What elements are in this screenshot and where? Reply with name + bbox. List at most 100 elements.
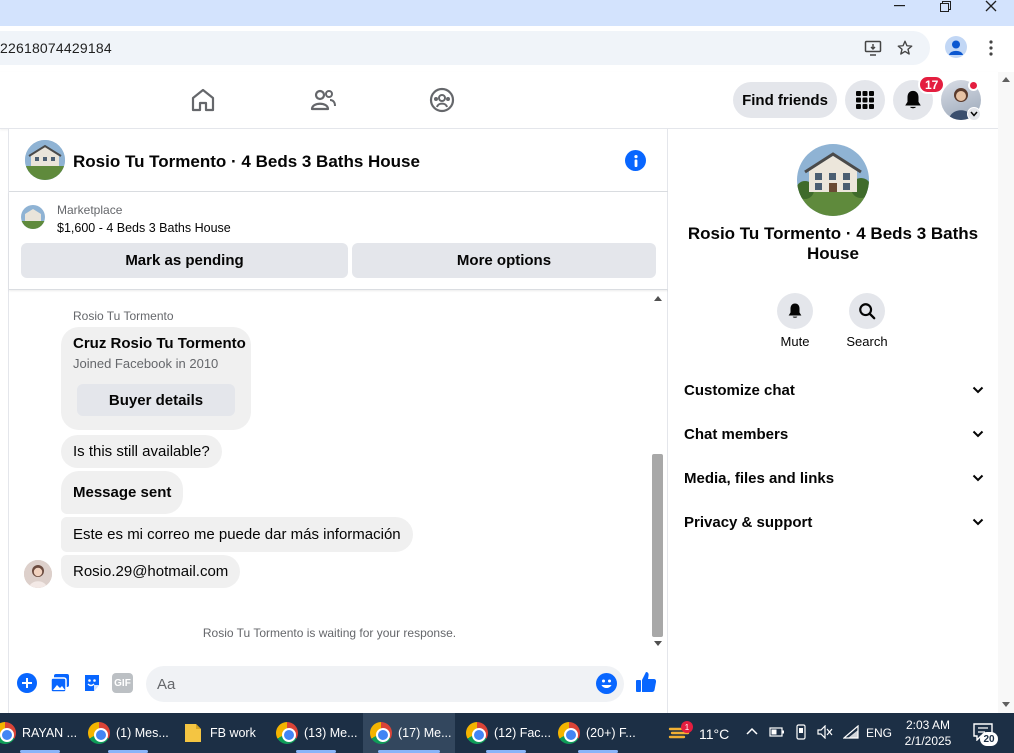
mark-as-pending-button[interactable]: Mark as pending [21, 243, 348, 278]
volume-muted-icon[interactable] [817, 725, 833, 739]
section-label: Chat members [684, 425, 789, 443]
listing-thumbnail[interactable] [21, 205, 45, 229]
chrome-icon [466, 722, 488, 744]
friends-icon[interactable] [309, 86, 337, 114]
profile-card-joined: Joined Facebook in 2010 [73, 356, 219, 371]
menu-grid-button[interactable] [845, 80, 885, 120]
page-scrollbar[interactable] [998, 72, 1014, 713]
sticker-icon[interactable] [81, 672, 103, 694]
time: 2:03 AM [905, 718, 951, 732]
groups-icon[interactable] [428, 86, 456, 114]
info-icon[interactable] [625, 150, 646, 171]
message-bubble[interactable]: Is this still available? [61, 435, 222, 468]
chat-members-section[interactable]: Chat members [684, 422, 984, 446]
restore-icon[interactable] [930, 0, 960, 12]
minimize-icon[interactable] [884, 0, 914, 12]
info-title: Rosio Tu Tormento · 4 Beds 3 Baths House [687, 224, 979, 263]
chat-header: Rosio Tu Tormento · 4 Beds 3 Baths House [9, 129, 668, 192]
chat-info-panel: Rosio Tu Tormento · 4 Beds 3 Baths House… [668, 129, 998, 713]
message-composer: GIF Aa [9, 652, 668, 713]
notification-center-badge: 20 [980, 732, 998, 746]
facebook-header: Find friends 17 [0, 72, 998, 129]
emoji-icon[interactable] [596, 673, 617, 694]
scrollbar-thumb[interactable] [652, 454, 663, 637]
profile-card: Cruz Rosio Tu Tormento Joined Facebook i… [61, 327, 251, 430]
chat-avatar[interactable] [25, 140, 65, 180]
chevron-down-icon [972, 474, 984, 482]
temperature[interactable]: 11°C [699, 726, 729, 742]
url-text: 22618074429184 [0, 40, 112, 56]
home-icon[interactable] [189, 86, 217, 114]
window-title-bar [0, 0, 1014, 26]
search-label: Search [846, 334, 888, 349]
buyer-details-button[interactable]: Buyer details [77, 384, 235, 416]
customize-chat-section[interactable]: Customize chat [684, 378, 984, 402]
message-input[interactable]: Aa [146, 666, 624, 702]
browser-menu-icon[interactable] [988, 39, 994, 62]
language-indicator[interactable]: ENG [866, 726, 892, 740]
privacy-support-section[interactable]: Privacy & support [684, 510, 984, 534]
windows-taskbar: RAYAN ... (1) Mes... FB work (13) Me... … [0, 713, 1014, 753]
notification-badge: 17 [918, 75, 946, 94]
clock[interactable]: 2:03 AM 2/1/2025 [900, 717, 956, 749]
photo-icon[interactable] [49, 672, 71, 694]
section-label: Privacy & support [684, 513, 813, 531]
address-bar[interactable]: 22618074429184 [0, 31, 930, 65]
marketplace-label: Marketplace [57, 203, 123, 217]
taskbar-item-messenger-17[interactable]: (17) Me... [363, 713, 455, 753]
media-files-links-section[interactable]: Media, files and links [684, 466, 984, 490]
chat-title[interactable]: Rosio Tu Tormento · 4 Beds 3 Baths House [73, 152, 420, 172]
chevron-up-icon[interactable] [746, 727, 758, 735]
search-button[interactable] [849, 293, 885, 329]
section-label: Customize chat [684, 381, 795, 399]
taskbar-item-facebook-20[interactable]: (20+) F... [558, 713, 644, 753]
taskbar-item-messenger-1[interactable]: (1) Mes... [88, 713, 176, 753]
mute-label: Mute [780, 334, 810, 349]
bell-icon [788, 303, 802, 318]
grid-icon [856, 91, 874, 109]
chrome-icon [88, 722, 110, 744]
taskbar-item-messenger-13[interactable]: (13) Me... [276, 713, 362, 753]
message-bubble[interactable]: Rosio.29@hotmail.com [61, 555, 241, 588]
install-app-icon[interactable] [864, 39, 882, 57]
message-bubble[interactable]: Este es mi correo me puede dar más infor… [61, 517, 413, 552]
scroll-down-icon[interactable] [653, 640, 663, 648]
close-icon[interactable] [976, 0, 1006, 12]
profile-card-name: Cruz Rosio Tu Tormento [73, 335, 246, 352]
wifi-icon[interactable] [843, 725, 859, 739]
sender-name: Rosio Tu Tormento [73, 309, 174, 323]
battery-icon[interactable] [769, 726, 785, 738]
like-icon[interactable] [634, 670, 658, 694]
listing-title[interactable]: $1,600 - 4 Beds 3 Baths House [57, 221, 231, 235]
bookmark-star-icon[interactable] [896, 39, 914, 57]
chat-panel: Rosio Tu Tormento · 4 Beds 3 Baths House… [8, 129, 668, 713]
messages-scrollbar[interactable] [650, 290, 667, 652]
taskbar-label: (1) Mes... [116, 726, 169, 740]
message-bubble[interactable]: Message sent [61, 471, 184, 514]
marketplace-bar: Marketplace $1,600 - 4 Beds 3 Baths Hous… [9, 192, 668, 290]
scroll-up-icon[interactable] [653, 294, 663, 302]
scroll-up-icon[interactable] [1002, 76, 1010, 82]
more-options-button[interactable]: More options [352, 243, 656, 278]
weather-badge: 1 [681, 721, 693, 733]
chevron-down-icon [972, 386, 984, 394]
chrome-icon [276, 722, 298, 744]
info-avatar[interactable] [797, 144, 869, 216]
taskbar-item-fb-work[interactable]: FB work [184, 713, 270, 753]
taskbar-label: FB work [210, 726, 256, 740]
mute-button[interactable] [777, 293, 813, 329]
gif-icon[interactable]: GIF [112, 673, 133, 693]
taskbar-label: (17) Me... [398, 726, 452, 740]
plus-icon[interactable] [17, 673, 37, 693]
scroll-down-icon[interactable] [1002, 702, 1010, 708]
taskbar-item-facebook-12[interactable]: (12) Fac... [466, 713, 552, 753]
sender-avatar[interactable] [24, 560, 52, 588]
chevron-down-icon [972, 518, 984, 526]
account-chevron-icon[interactable] [967, 107, 981, 121]
find-friends-button[interactable]: Find friends [733, 82, 837, 118]
account-status-dot [968, 80, 979, 91]
taskbar-item-rayan[interactable]: RAYAN ... [0, 713, 80, 753]
document-icon [185, 724, 201, 742]
profile-icon[interactable] [945, 36, 967, 58]
phone-link-icon[interactable] [795, 724, 807, 740]
